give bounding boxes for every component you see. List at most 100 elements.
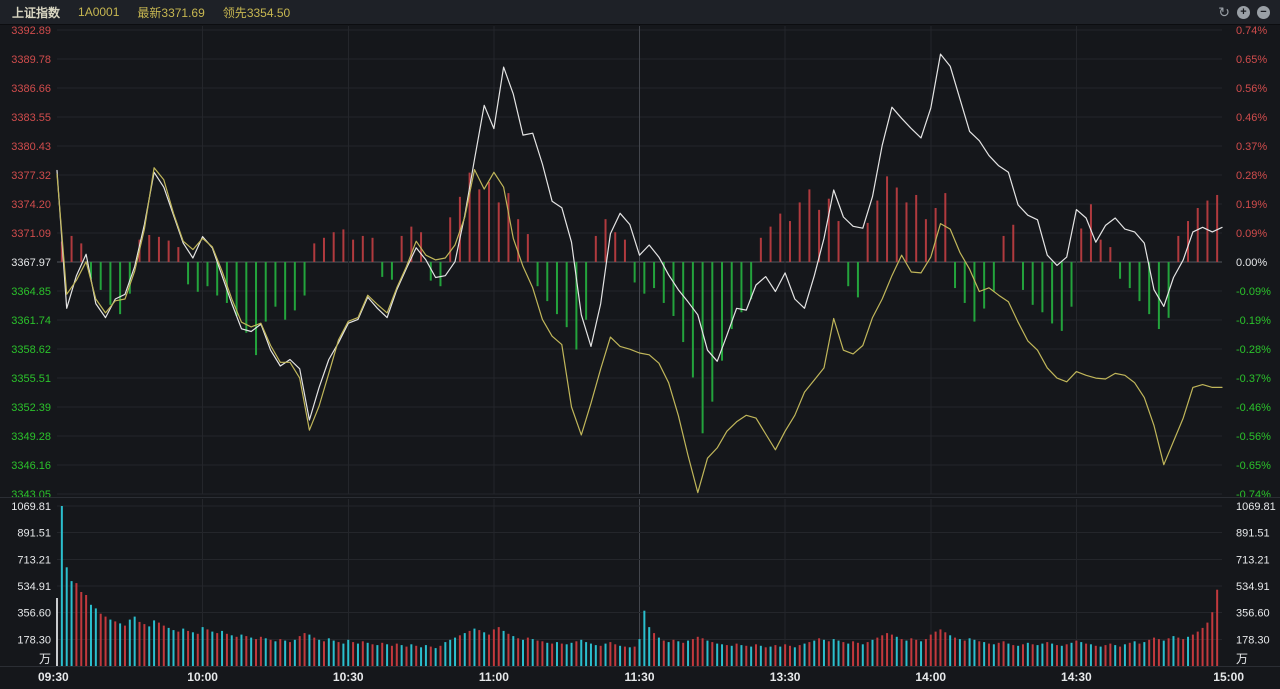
volume-bar [1192, 635, 1194, 666]
volume-bar [784, 644, 786, 666]
volume-bar [352, 642, 354, 666]
volume-bar [551, 644, 553, 666]
volume-bar [813, 641, 815, 666]
stock-chart-app: 上证指数 1A0001 最新3371.69 领先3354.50 ↻ + − 33… [0, 0, 1280, 689]
strength-bar-up [313, 243, 315, 262]
volume-bar [143, 624, 145, 666]
strength-bar-down [1119, 262, 1121, 279]
volume-axis-label: 356.60 [1236, 608, 1270, 620]
volume-bar [250, 638, 252, 666]
volume-axis-label: 713.21 [17, 554, 51, 566]
volume-bar [1172, 636, 1174, 666]
volume-bar [1080, 642, 1082, 666]
zoom-out-icon[interactable]: − [1257, 6, 1270, 19]
volume-bar [750, 647, 752, 666]
volume-bar [211, 632, 213, 666]
volume-bar [702, 638, 704, 666]
volume-bar [629, 647, 631, 666]
strength-bar-down [954, 262, 956, 288]
volume-bar [808, 642, 810, 666]
strength-bar-up [488, 182, 490, 262]
volume-bar [493, 629, 495, 666]
volume-bar [226, 634, 228, 666]
strength-bar-down [1041, 262, 1043, 312]
volume-bar [663, 641, 665, 666]
volume-bar [794, 647, 796, 666]
index-name: 上证指数 [12, 4, 60, 21]
volume-bar [517, 638, 519, 666]
volume-bar [1075, 641, 1077, 666]
volume-bar [731, 646, 733, 666]
volume-bar [439, 646, 441, 666]
volume-bar [1187, 637, 1189, 666]
strength-bar-up [80, 243, 82, 262]
volume-bar [66, 567, 68, 666]
strength-bar-down [1138, 262, 1140, 301]
strength-bar-up [342, 229, 344, 262]
volume-bar [755, 644, 757, 666]
volume-bar [197, 634, 199, 666]
time-axis-label: 15:00 [1213, 670, 1244, 684]
volume-bar [100, 614, 102, 666]
percent-axis-right-label: -0.56% [1236, 431, 1271, 443]
volume-bar [944, 632, 946, 666]
volume-bar [998, 643, 1000, 666]
volume-bar [556, 642, 558, 666]
price-axis-left-label: 3364.85 [11, 286, 51, 298]
strength-bar-up [362, 236, 364, 262]
volume-bar [221, 631, 223, 666]
volume-bar [522, 640, 524, 666]
strength-bar-up [1197, 208, 1199, 262]
percent-axis-right-label: 0.56% [1236, 83, 1267, 95]
strength-bar-up [401, 236, 403, 262]
time-axis-label: 14:30 [1061, 670, 1092, 684]
zoom-in-icon[interactable]: + [1237, 6, 1250, 19]
time-axis-label: 13:30 [770, 670, 801, 684]
volume-bar [988, 644, 990, 666]
strength-bar-down [245, 262, 247, 333]
volume-bar [1138, 644, 1140, 666]
volume-bar [658, 638, 660, 666]
volume-bar [1202, 628, 1204, 666]
intraday-chart[interactable]: 3392.893389.783386.663383.553380.433377.… [0, 0, 1280, 689]
strength-bar-up [449, 217, 451, 262]
volume-bar [682, 643, 684, 666]
volume-bar [668, 642, 670, 666]
volume-bar [901, 639, 903, 666]
strength-bar-down [983, 262, 985, 309]
strength-bar-down [537, 262, 539, 286]
strength-bar-up [1177, 236, 1179, 262]
strength-bar-down [566, 262, 568, 327]
strength-bar-up [915, 195, 917, 262]
volume-bar [240, 635, 242, 666]
refresh-icon[interactable]: ↻ [1218, 5, 1230, 19]
volume-bar [109, 620, 111, 666]
strength-bar-down [740, 262, 742, 312]
volume-bar [114, 621, 116, 666]
volume-axis-label: 178.30 [1236, 634, 1270, 646]
volume-bar [1022, 644, 1024, 666]
strength-bar-down [702, 262, 704, 433]
price-axis-left-label: 3371.09 [11, 228, 51, 240]
volume-bar [415, 646, 417, 666]
percent-axis-right-label: 0.09% [1236, 228, 1267, 240]
index-code: 1A0001 [78, 5, 119, 19]
volume-bar [1124, 644, 1126, 666]
volume-bar [634, 647, 636, 666]
strength-bar-down [556, 262, 558, 314]
volume-bar [187, 631, 189, 666]
strength-bar-up [507, 193, 509, 262]
volume-bar [304, 633, 306, 666]
strength-bar-down [847, 262, 849, 286]
percent-axis-right-label: -0.46% [1236, 402, 1271, 414]
volume-bar [338, 642, 340, 666]
volume-bar [90, 605, 92, 666]
strength-bar-down [391, 262, 393, 280]
volume-bar [949, 635, 951, 666]
volume-bar [342, 644, 344, 666]
strength-bar-down [692, 262, 694, 377]
volume-bar [939, 629, 941, 666]
volume-bar [1197, 632, 1199, 666]
strength-bar-down [643, 262, 645, 294]
volume-axis-label: 891.51 [1236, 528, 1270, 540]
